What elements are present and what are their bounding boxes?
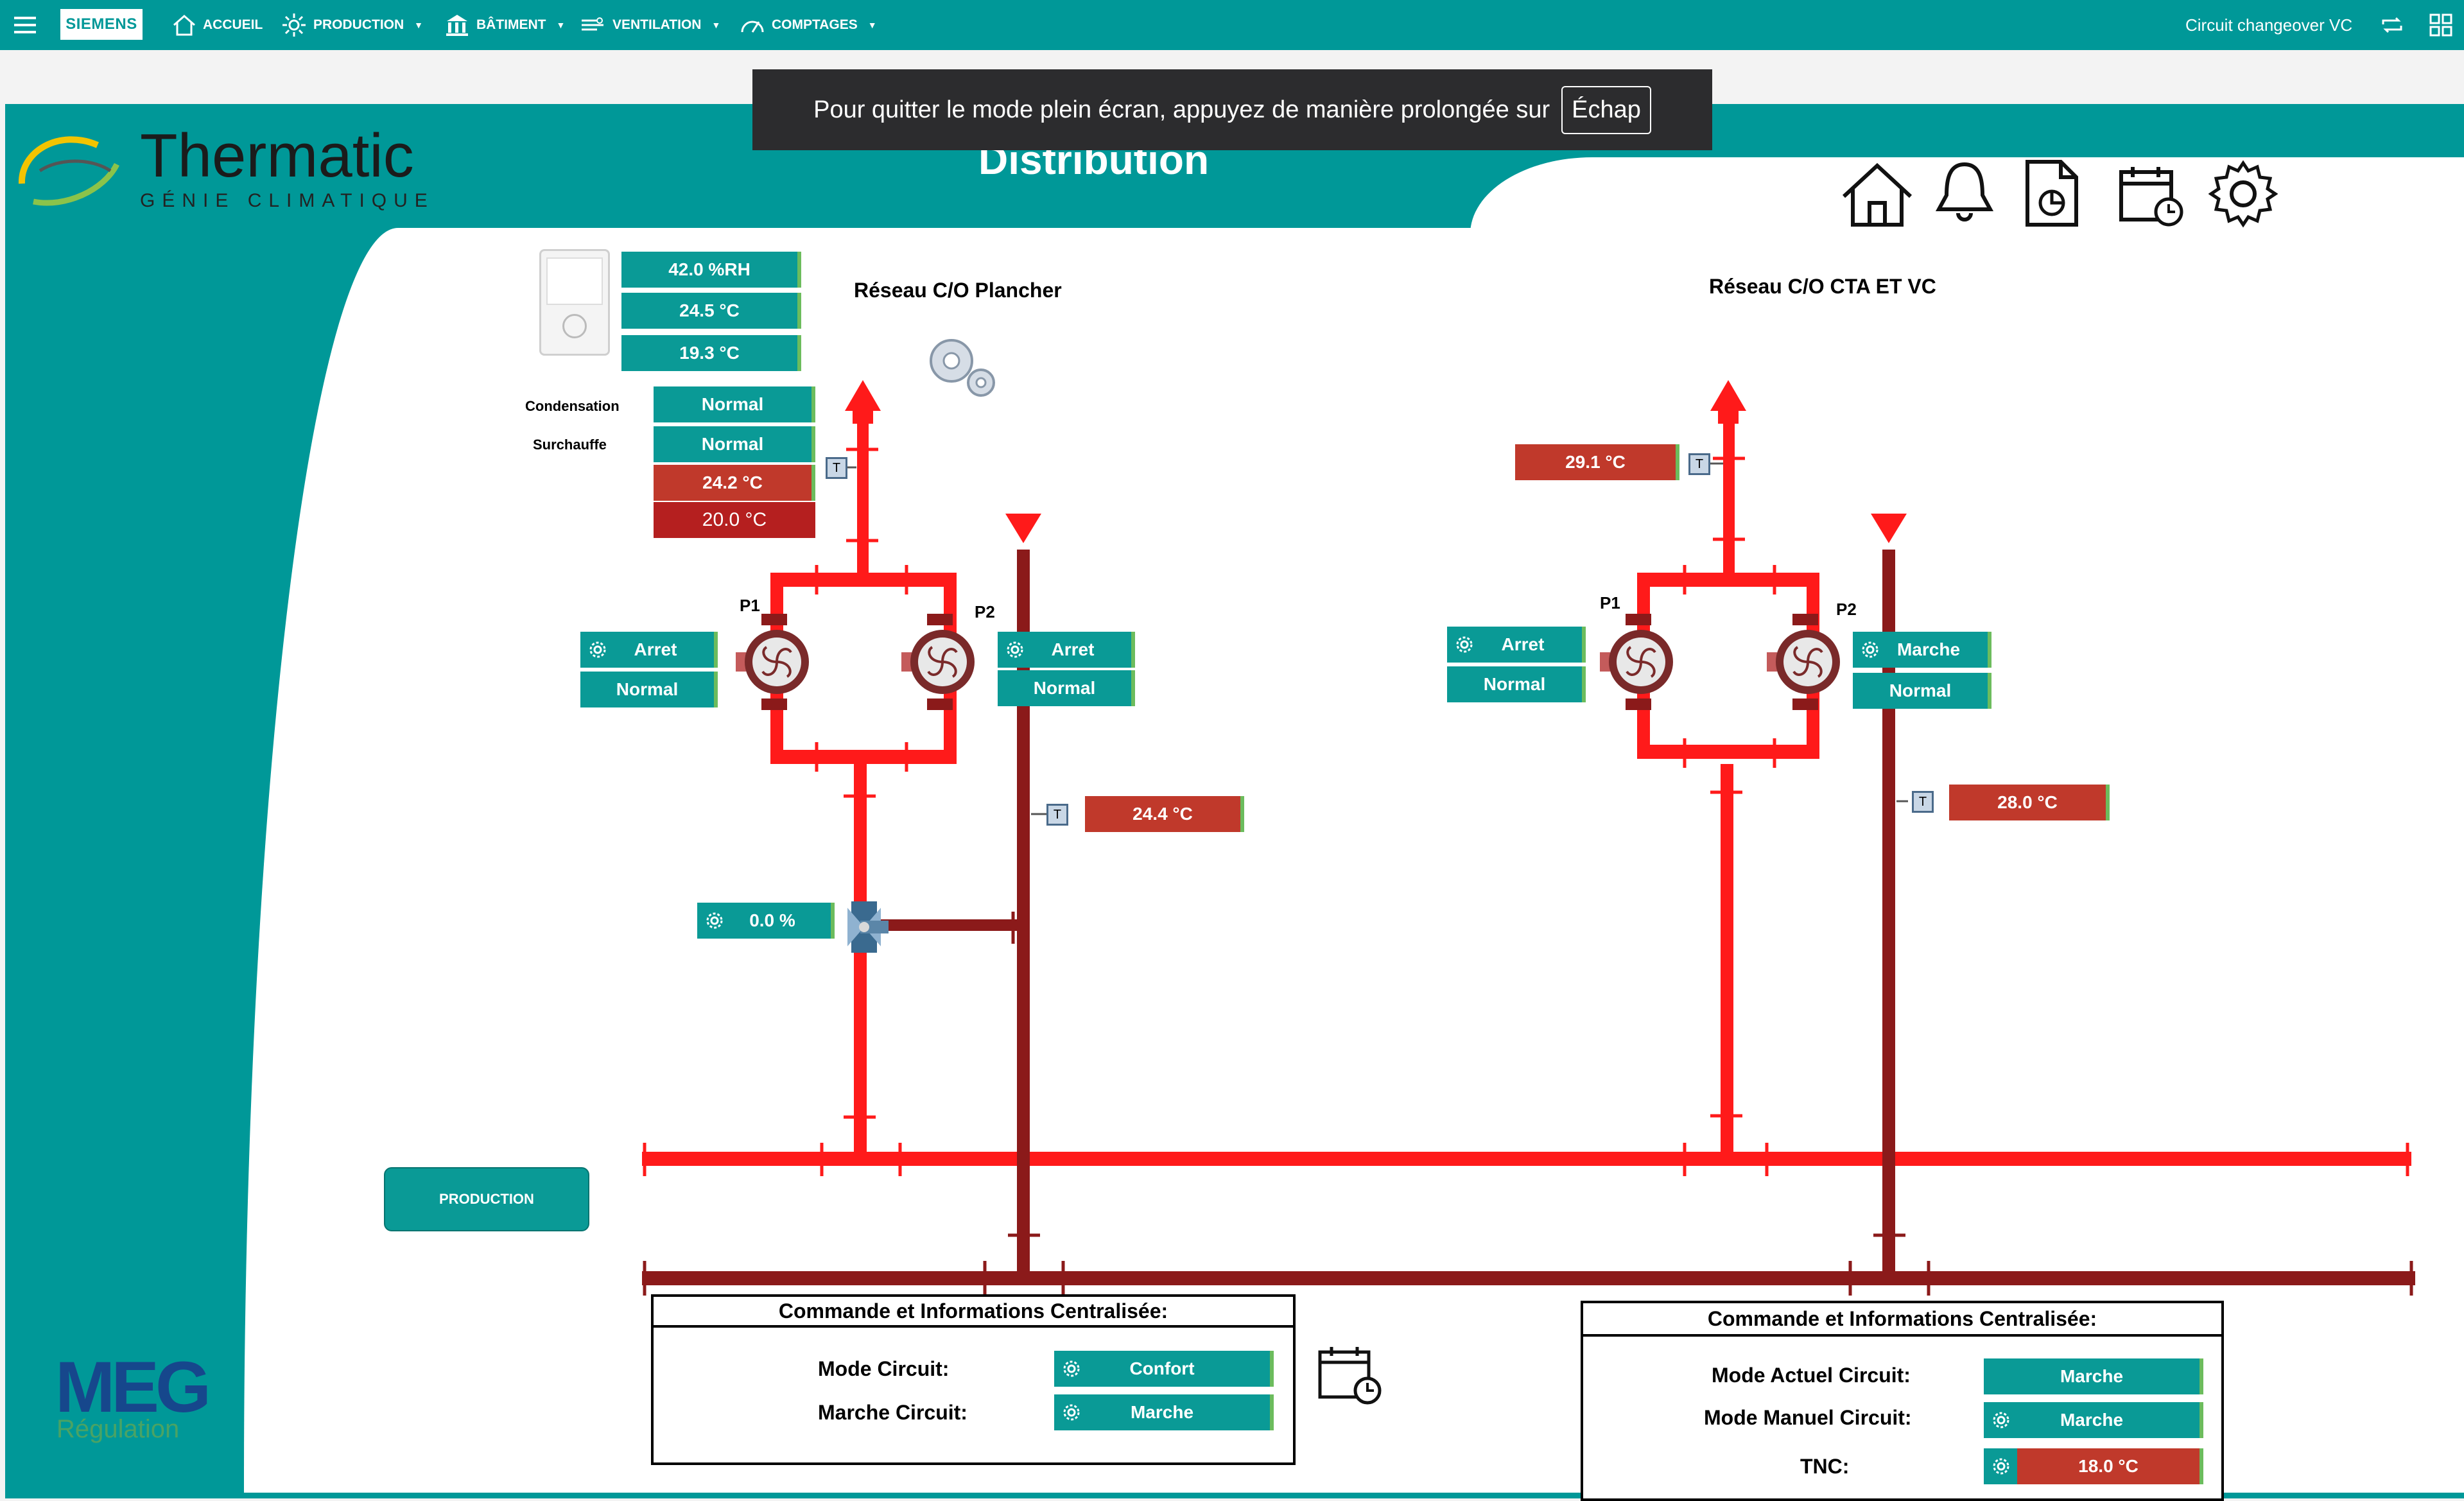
right-p1-state-button[interactable]: Arret <box>1447 627 1582 663</box>
mode-manuel-button[interactable]: Marche <box>1984 1402 2199 1438</box>
temperature-sensor-icon: T <box>1046 804 1068 826</box>
gear-icon <box>1063 1360 1080 1377</box>
left-p1-state-text: Arret <box>634 639 677 659</box>
left-p1-state-button[interactable]: Arret <box>580 632 714 668</box>
left-p2-label: P2 <box>975 602 995 621</box>
ambient-temp-value: 24.5 °C <box>621 293 797 329</box>
left-p2-state-button[interactable]: Arret <box>998 632 1131 668</box>
dew-point-text: 19.3 °C <box>679 343 740 363</box>
mode-manuel-text: Marche <box>2060 1410 2124 1430</box>
mode-circuit-label: Mode Circuit: <box>818 1357 950 1380</box>
left-command-title: Commande et Informations Centralisée: <box>651 1294 1296 1328</box>
condensation-status: Normal <box>654 386 811 422</box>
marche-circuit-button[interactable]: Marche <box>1054 1394 1270 1430</box>
pump-p2-left-icon <box>901 614 975 710</box>
pump-p1-left-icon <box>736 614 809 710</box>
left-return-temp: 24.4 °C <box>1085 796 1240 832</box>
left-return-temp-text: 24.4 °C <box>1132 804 1193 824</box>
mode-actuel-value: Marche <box>1984 1358 2199 1394</box>
temperature-sensor-icon: T <box>826 457 847 479</box>
right-p2-status: Normal <box>1853 673 1988 709</box>
mode-manuel-label: Mode Manuel Circuit: <box>1704 1406 1912 1429</box>
mode-circuit-value: Confort <box>1129 1358 1195 1378</box>
valve-position-button[interactable]: 0.0 % <box>697 903 831 939</box>
right-p2-state-text: Marche <box>1896 639 1961 659</box>
right-supply-temp: 29.1 °C <box>1515 444 1676 480</box>
left-p2-status: Normal <box>998 670 1131 706</box>
mode-circuit-button[interactable]: Confort <box>1054 1351 1270 1387</box>
surchauffe-label: Surchauffe <box>533 437 607 453</box>
three-way-valve-icon <box>847 901 889 953</box>
condensation-status-text: Normal <box>701 394 764 414</box>
tnc-label: TNC: <box>1800 1455 1850 1478</box>
production-button[interactable]: PRODUCTION <box>384 1167 589 1231</box>
gear-icon <box>706 912 723 929</box>
humidity-value: 42.0 %RH <box>621 252 797 288</box>
right-command-title: Commande et Informations Centralisée: <box>1581 1301 2224 1337</box>
left-p1-status-text: Normal <box>616 679 679 699</box>
right-return-temp: 28.0 °C <box>1949 785 2106 820</box>
temperature-sensor-icon: T <box>1912 791 1934 813</box>
right-p2-status-text: Normal <box>1889 681 1952 700</box>
pump-p1-right-icon <box>1600 614 1673 710</box>
humidity-text: 42.0 %RH <box>668 259 750 279</box>
ambient-temp-text: 24.5 °C <box>679 300 740 320</box>
left-p1-status: Normal <box>580 672 714 707</box>
left-p1-label: P1 <box>740 596 760 615</box>
right-p2-state-button[interactable]: Marche <box>1853 632 1988 668</box>
left-supply-temp: 24.2 °C <box>654 465 811 501</box>
marche-circuit-label: Marche Circuit: <box>818 1401 967 1424</box>
right-return-temp-text: 28.0 °C <box>1997 792 2058 812</box>
gear-icon <box>589 641 606 658</box>
pump-p2-right-icon <box>1767 614 1840 710</box>
surchauffe-status-text: Normal <box>701 434 764 454</box>
room-sensor-icon <box>539 249 610 356</box>
gear-icon <box>1993 1412 2009 1428</box>
marche-circuit-value: Marche <box>1130 1402 1194 1422</box>
right-circuit-title: Réseau C/O CTA ET VC <box>1709 275 1936 298</box>
left-circuit-title: Réseau C/O Plancher <box>854 279 1062 302</box>
gear-icon <box>1862 641 1878 658</box>
right-p1-status: Normal <box>1447 666 1582 702</box>
left-p2-status-text: Normal <box>1033 678 1096 698</box>
gear-icon <box>1993 1458 2009 1475</box>
right-p2-label: P2 <box>1836 600 1857 619</box>
right-p1-state-text: Arret <box>1501 634 1545 654</box>
right-supply-temp-text: 29.1 °C <box>1565 452 1626 472</box>
mode-actuel-label: Mode Actuel Circuit: <box>1712 1364 1911 1387</box>
meg-logo-subtitle: Régulation <box>56 1415 180 1443</box>
right-p1-label: P1 <box>1600 593 1620 612</box>
dew-point-value: 19.3 °C <box>621 335 797 371</box>
tnc-button[interactable]: 18.0 °C <box>1984 1448 2199 1484</box>
left-supply-temp-text: 24.2 °C <box>702 473 763 492</box>
right-p1-status-text: Normal <box>1483 674 1546 694</box>
tnc-value: 18.0 °C <box>2017 1448 2199 1484</box>
process-gears-icon <box>930 339 995 397</box>
left-setpoint-temp-text: 20.0 °C <box>702 509 767 530</box>
mode-actuel-text: Marche <box>2060 1366 2124 1386</box>
gear-icon <box>1456 636 1473 653</box>
schedule-icon[interactable] <box>1317 1344 1383 1406</box>
left-p2-state-text: Arret <box>1051 639 1095 659</box>
left-setpoint-temp[interactable]: 20.0 °C <box>654 502 815 538</box>
condensation-label: Condensation <box>525 398 620 414</box>
temperature-sensor-icon: T <box>1688 453 1710 475</box>
gear-icon <box>1063 1404 1080 1421</box>
piping-diagram <box>642 380 2415 1296</box>
surchauffe-status: Normal <box>654 426 811 462</box>
gear-icon <box>1007 641 1023 658</box>
valve-position-text: 0.0 % <box>749 910 795 930</box>
